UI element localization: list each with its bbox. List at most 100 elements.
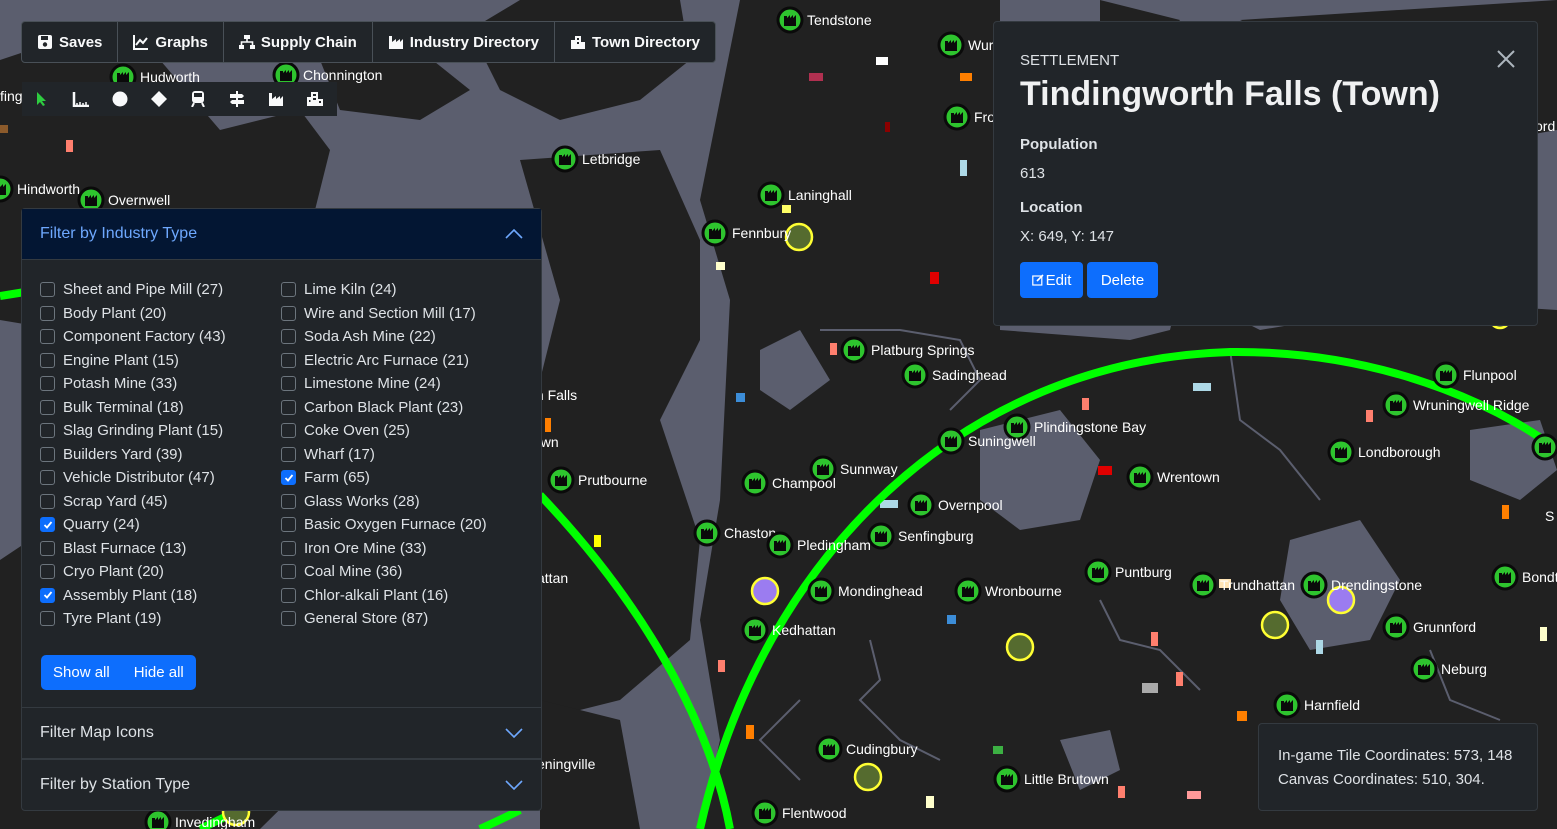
industry-filter-row[interactable]: Vehicle Distributor (47) [40, 466, 281, 490]
checkbox[interactable] [281, 305, 296, 321]
industry-filter-row[interactable]: Wire and Section Mill (17) [281, 302, 522, 326]
industry-filter-row[interactable]: Quarry (24) [40, 513, 281, 537]
industry-filter-row[interactable]: Potash Mine (33) [40, 372, 281, 396]
industry-filter-row[interactable]: Lime Kiln (24) [281, 278, 522, 302]
industry-filter-row[interactable]: Limestone Mine (24) [281, 372, 522, 396]
checkbox-checked[interactable] [40, 587, 55, 603]
checkbox[interactable] [40, 611, 55, 627]
filter-station-header[interactable]: Filter by Station Type [22, 759, 541, 810]
industry-filter-row[interactable]: Iron Ore Mine (33) [281, 537, 522, 561]
diamond-icon [150, 91, 167, 107]
checkbox-checked[interactable] [40, 517, 55, 533]
checkbox[interactable] [281, 540, 296, 556]
town-label: Flentwood [782, 805, 847, 821]
close-icon[interactable] [1495, 48, 1517, 70]
industry-filter-row[interactable]: Electric Arc Furnace (21) [281, 349, 522, 373]
checkbox-checked[interactable] [281, 470, 296, 486]
industry-filter-label: Chlor-alkali Plant (16) [304, 586, 449, 604]
town-label: eningville [537, 756, 596, 772]
industry-filter-row[interactable]: Scrap Yard (45) [40, 490, 281, 514]
show-hide-buttons: Show all Hide all [41, 655, 196, 690]
industry-filter-row[interactable]: Glass Works (28) [281, 490, 522, 514]
industry-filter-row[interactable]: General Store (87) [281, 607, 522, 631]
filter-industry-header[interactable]: Filter by Industry Type [22, 209, 541, 260]
town-tool[interactable] [295, 82, 334, 116]
select-tool[interactable] [22, 82, 61, 116]
checkbox[interactable] [281, 611, 296, 627]
industry-filter-row[interactable]: Blast Furnace (13) [40, 537, 281, 561]
checkbox[interactable] [281, 376, 296, 392]
delete-button[interactable]: Delete [1087, 262, 1158, 298]
industry-filter-row[interactable]: Farm (65) [281, 466, 522, 490]
graphs-button[interactable]: Graphs [118, 22, 224, 62]
industry-filter-row[interactable]: Builders Yard (39) [40, 443, 281, 467]
town-label: Fennbury [732, 225, 791, 241]
industry-filter-row[interactable]: Component Factory (43) [40, 325, 281, 349]
checkbox[interactable] [281, 493, 296, 509]
industry-filter-row[interactable]: Body Plant (20) [40, 302, 281, 326]
town-label: Plindingstone Bay [1034, 419, 1146, 435]
checkbox[interactable] [40, 282, 55, 298]
edit-button[interactable]: Edit [1020, 262, 1083, 298]
industry-filter-row[interactable]: Assembly Plant (18) [40, 584, 281, 608]
industry-icon [388, 36, 403, 49]
show-all-button[interactable]: Show all [41, 655, 122, 690]
industry-filter-label: Limestone Mine (24) [304, 375, 441, 393]
industry-filter-label: Cryo Plant (20) [63, 563, 164, 581]
checkbox[interactable] [40, 399, 55, 415]
checkbox[interactable] [281, 517, 296, 533]
hide-all-button[interactable]: Hide all [121, 655, 196, 690]
checkbox[interactable] [40, 423, 55, 439]
checkbox[interactable] [40, 305, 55, 321]
checkbox[interactable] [40, 446, 55, 462]
station-tool[interactable] [178, 82, 217, 116]
checkbox[interactable] [40, 376, 55, 392]
chevron-up-icon [505, 229, 523, 239]
industry-directory-button[interactable]: Industry Directory [373, 22, 555, 62]
industry-filter-row[interactable]: Sheet and Pipe Mill (27) [40, 278, 281, 302]
diamond-tool[interactable] [139, 82, 178, 116]
industry-filter-row[interactable]: Tyre Plant (19) [40, 607, 281, 631]
industry-directory-label: Industry Directory [409, 33, 539, 51]
industry-tool[interactable] [256, 82, 295, 116]
checkbox[interactable] [281, 329, 296, 345]
industry-filter-row[interactable]: Chlor-alkali Plant (16) [281, 584, 522, 608]
coordinates-box: In-game Tile Coordinates: 573, 148 Canva… [1258, 723, 1538, 811]
checkbox[interactable] [40, 329, 55, 345]
checkbox[interactable] [281, 446, 296, 462]
measure-tool[interactable] [61, 82, 100, 116]
chart-line-icon [133, 35, 149, 50]
supply-chain-button[interactable]: Supply Chain [224, 22, 373, 62]
industry-filter-row[interactable]: Slag Grinding Plant (15) [40, 419, 281, 443]
town-directory-button[interactable]: Town Directory [555, 22, 715, 62]
signal-tool[interactable] [217, 82, 256, 116]
town-marker[interactable]: Harg [1531, 433, 1557, 461]
checkbox[interactable] [40, 352, 55, 368]
checkbox[interactable] [281, 352, 296, 368]
town-label: Wur [968, 37, 994, 53]
town-label: Harnfield [1304, 697, 1360, 713]
checkbox[interactable] [281, 282, 296, 298]
industry-filter-row[interactable]: Carbon Black Plant (23) [281, 396, 522, 420]
checkbox[interactable] [40, 470, 55, 486]
industry-filter-row[interactable]: Basic Oxygen Furnace (20) [281, 513, 522, 537]
checkbox[interactable] [281, 564, 296, 580]
settlement-title: Tindingworth Falls (Town) [1020, 75, 1440, 113]
filter-map-icons-header[interactable]: Filter Map Icons [22, 707, 541, 759]
town-label: Pledingham [797, 537, 871, 553]
industry-filter-row[interactable]: Wharf (17) [281, 443, 522, 467]
checkbox[interactable] [40, 564, 55, 580]
checkbox[interactable] [281, 399, 296, 415]
industry-filter-row[interactable]: Bulk Terminal (18) [40, 396, 281, 420]
checkbox[interactable] [281, 423, 296, 439]
industry-filter-row[interactable]: Coal Mine (36) [281, 560, 522, 584]
industry-filter-row[interactable]: Soda Ash Mine (22) [281, 325, 522, 349]
industry-filter-row[interactable]: Coke Oven (25) [281, 419, 522, 443]
industry-filter-row[interactable]: Engine Plant (15) [40, 349, 281, 373]
saves-button[interactable]: Saves [22, 22, 119, 62]
circle-tool[interactable] [100, 82, 139, 116]
checkbox[interactable] [40, 493, 55, 509]
checkbox[interactable] [281, 587, 296, 603]
industry-filter-row[interactable]: Cryo Plant (20) [40, 560, 281, 584]
checkbox[interactable] [40, 540, 55, 556]
